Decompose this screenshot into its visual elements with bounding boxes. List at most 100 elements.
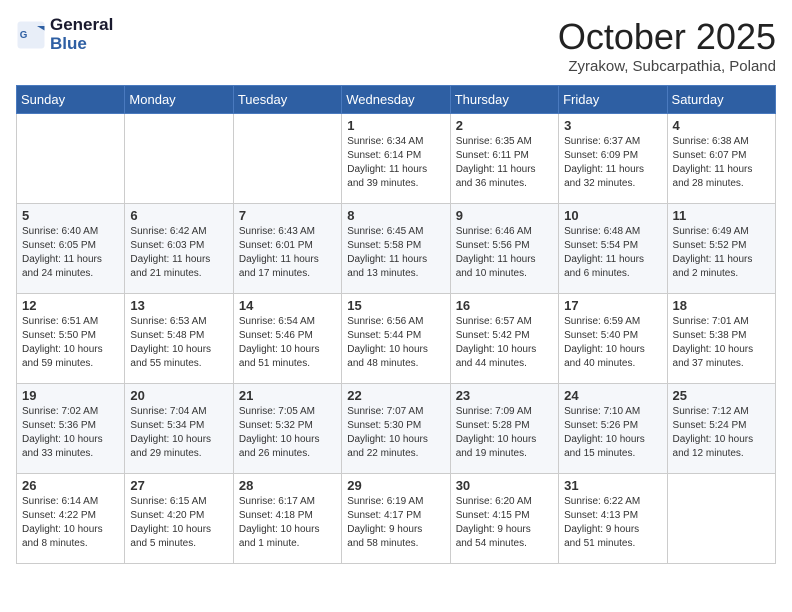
day-number: 1	[347, 118, 444, 133]
calendar-cell: 21 Sunrise: 7:05 AM Sunset: 5:32 PM Dayli…	[233, 384, 341, 474]
day-number: 30	[456, 478, 553, 493]
day-number: 12	[22, 298, 119, 313]
day-number: 25	[673, 388, 770, 403]
day-header-wednesday: Wednesday	[342, 86, 450, 114]
day-number: 7	[239, 208, 336, 223]
cell-content: Sunrise: 7:01 AM Sunset: 5:38 PM Dayligh…	[673, 315, 770, 371]
cell-content: Sunrise: 6:43 AM Sunset: 6:01 PM Dayligh…	[239, 225, 336, 281]
cell-content: Sunrise: 6:14 AM Sunset: 4:22 PM Dayligh…	[22, 495, 119, 551]
day-header-saturday: Saturday	[667, 86, 775, 114]
day-number: 28	[239, 478, 336, 493]
cell-content: Sunrise: 6:19 AM Sunset: 4:17 PM Dayligh…	[347, 495, 444, 551]
cell-content: Sunrise: 6:46 AM Sunset: 5:56 PM Dayligh…	[456, 225, 553, 281]
day-number: 5	[22, 208, 119, 223]
logo: G General Blue	[16, 16, 113, 53]
calendar-cell: 12 Sunrise: 6:51 AM Sunset: 5:50 PM Dayli…	[17, 294, 125, 384]
day-number: 21	[239, 388, 336, 403]
day-number: 16	[456, 298, 553, 313]
cell-content: Sunrise: 6:42 AM Sunset: 6:03 PM Dayligh…	[130, 225, 227, 281]
cell-content: Sunrise: 7:07 AM Sunset: 5:30 PM Dayligh…	[347, 405, 444, 461]
day-header-sunday: Sunday	[17, 86, 125, 114]
calendar-cell: 27 Sunrise: 6:15 AM Sunset: 4:20 PM Dayli…	[125, 474, 233, 564]
location-subtitle: Zyrakow, Subcarpathia, Poland	[558, 58, 776, 75]
calendar-cell: 28 Sunrise: 6:17 AM Sunset: 4:18 PM Dayli…	[233, 474, 341, 564]
calendar-cell	[17, 114, 125, 204]
day-number: 23	[456, 388, 553, 403]
cell-content: Sunrise: 6:15 AM Sunset: 4:20 PM Dayligh…	[130, 495, 227, 551]
cell-content: Sunrise: 6:51 AM Sunset: 5:50 PM Dayligh…	[22, 315, 119, 371]
calendar-cell: 1 Sunrise: 6:34 AM Sunset: 6:14 PM Daylig…	[342, 114, 450, 204]
logo-text-line2: Blue	[50, 35, 113, 54]
cell-content: Sunrise: 7:04 AM Sunset: 5:34 PM Dayligh…	[130, 405, 227, 461]
calendar-week-3: 12 Sunrise: 6:51 AM Sunset: 5:50 PM Dayli…	[17, 294, 776, 384]
cell-content: Sunrise: 6:40 AM Sunset: 6:05 PM Dayligh…	[22, 225, 119, 281]
day-number: 4	[673, 118, 770, 133]
day-number: 14	[239, 298, 336, 313]
calendar-cell: 6 Sunrise: 6:42 AM Sunset: 6:03 PM Daylig…	[125, 204, 233, 294]
day-number: 20	[130, 388, 227, 403]
calendar-cell: 29 Sunrise: 6:19 AM Sunset: 4:17 PM Dayli…	[342, 474, 450, 564]
cell-content: Sunrise: 6:49 AM Sunset: 5:52 PM Dayligh…	[673, 225, 770, 281]
calendar-cell: 16 Sunrise: 6:57 AM Sunset: 5:42 PM Dayli…	[450, 294, 558, 384]
calendar-cell	[233, 114, 341, 204]
calendar-cell: 3 Sunrise: 6:37 AM Sunset: 6:09 PM Daylig…	[559, 114, 667, 204]
calendar-header-row: SundayMondayTuesdayWednesdayThursdayFrid…	[17, 86, 776, 114]
day-number: 15	[347, 298, 444, 313]
title-block: October 2025 Zyrakow, Subcarpathia, Pola…	[558, 16, 776, 75]
logo-icon: G	[16, 20, 46, 50]
calendar-cell: 25 Sunrise: 7:12 AM Sunset: 5:24 PM Dayli…	[667, 384, 775, 474]
calendar-cell: 17Sunrise: 6:59 AM Sunset: 5:40 PM Dayli…	[559, 294, 667, 384]
calendar-week-2: 5 Sunrise: 6:40 AM Sunset: 6:05 PM Daylig…	[17, 204, 776, 294]
day-number: 19	[22, 388, 119, 403]
cell-content: Sunrise: 6:20 AM Sunset: 4:15 PM Dayligh…	[456, 495, 553, 551]
calendar-cell: 15 Sunrise: 6:56 AM Sunset: 5:44 PM Dayli…	[342, 294, 450, 384]
cell-content: Sunrise: 7:05 AM Sunset: 5:32 PM Dayligh…	[239, 405, 336, 461]
day-number: 26	[22, 478, 119, 493]
calendar-cell: 11Sunrise: 6:49 AM Sunset: 5:52 PM Dayli…	[667, 204, 775, 294]
day-number: 29	[347, 478, 444, 493]
calendar-cell: 14Sunrise: 6:54 AM Sunset: 5:46 PM Dayli…	[233, 294, 341, 384]
month-title: October 2025	[558, 16, 776, 58]
calendar-cell: 5 Sunrise: 6:40 AM Sunset: 6:05 PM Daylig…	[17, 204, 125, 294]
calendar-week-4: 19 Sunrise: 7:02 AM Sunset: 5:36 PM Dayli…	[17, 384, 776, 474]
cell-content: Sunrise: 7:09 AM Sunset: 5:28 PM Dayligh…	[456, 405, 553, 461]
calendar-cell: 18Sunrise: 7:01 AM Sunset: 5:38 PM Dayli…	[667, 294, 775, 384]
cell-content: Sunrise: 6:38 AM Sunset: 6:07 PM Dayligh…	[673, 135, 770, 191]
day-header-friday: Friday	[559, 86, 667, 114]
calendar-cell: 7 Sunrise: 6:43 AM Sunset: 6:01 PM Daylig…	[233, 204, 341, 294]
cell-content: Sunrise: 6:57 AM Sunset: 5:42 PM Dayligh…	[456, 315, 553, 371]
calendar-cell: 31 Sunrise: 6:22 AM Sunset: 4:13 PM Dayli…	[559, 474, 667, 564]
cell-content: Sunrise: 6:53 AM Sunset: 5:48 PM Dayligh…	[130, 315, 227, 371]
calendar-cell: 20 Sunrise: 7:04 AM Sunset: 5:34 PM Dayli…	[125, 384, 233, 474]
cell-content: Sunrise: 7:02 AM Sunset: 5:36 PM Dayligh…	[22, 405, 119, 461]
cell-content: Sunrise: 6:34 AM Sunset: 6:14 PM Dayligh…	[347, 135, 444, 191]
calendar-table: SundayMondayTuesdayWednesdayThursdayFrid…	[16, 85, 776, 564]
day-number: 8	[347, 208, 444, 223]
calendar-week-5: 26 Sunrise: 6:14 AM Sunset: 4:22 PM Dayli…	[17, 474, 776, 564]
day-header-monday: Monday	[125, 86, 233, 114]
calendar-cell: 23 Sunrise: 7:09 AM Sunset: 5:28 PM Dayli…	[450, 384, 558, 474]
cell-content: Sunrise: 7:12 AM Sunset: 5:24 PM Dayligh…	[673, 405, 770, 461]
calendar-cell: 30 Sunrise: 6:20 AM Sunset: 4:15 PM Dayli…	[450, 474, 558, 564]
cell-content: Sunrise: 6:48 AM Sunset: 5:54 PM Dayligh…	[564, 225, 661, 281]
day-number: 9	[456, 208, 553, 223]
page-header: G General Blue October 2025 Zyrakow, Sub…	[16, 16, 776, 75]
calendar-cell: 24Sunrise: 7:10 AM Sunset: 5:26 PM Dayli…	[559, 384, 667, 474]
day-number: 31	[564, 478, 661, 493]
day-header-thursday: Thursday	[450, 86, 558, 114]
day-number: 22	[347, 388, 444, 403]
cell-content: Sunrise: 6:56 AM Sunset: 5:44 PM Dayligh…	[347, 315, 444, 371]
cell-content: Sunrise: 6:17 AM Sunset: 4:18 PM Dayligh…	[239, 495, 336, 551]
calendar-cell: 4 Sunrise: 6:38 AM Sunset: 6:07 PM Daylig…	[667, 114, 775, 204]
day-number: 6	[130, 208, 227, 223]
calendar-cell	[125, 114, 233, 204]
cell-content: Sunrise: 6:37 AM Sunset: 6:09 PM Dayligh…	[564, 135, 661, 191]
day-number: 3	[564, 118, 661, 133]
calendar-cell: 13Sunrise: 6:53 AM Sunset: 5:48 PM Dayli…	[125, 294, 233, 384]
calendar-cell: 22 Sunrise: 7:07 AM Sunset: 5:30 PM Dayli…	[342, 384, 450, 474]
day-number: 10	[564, 208, 661, 223]
svg-text:G: G	[20, 30, 28, 41]
cell-content: Sunrise: 6:35 AM Sunset: 6:11 PM Dayligh…	[456, 135, 553, 191]
day-number: 27	[130, 478, 227, 493]
cell-content: Sunrise: 6:22 AM Sunset: 4:13 PM Dayligh…	[564, 495, 661, 551]
